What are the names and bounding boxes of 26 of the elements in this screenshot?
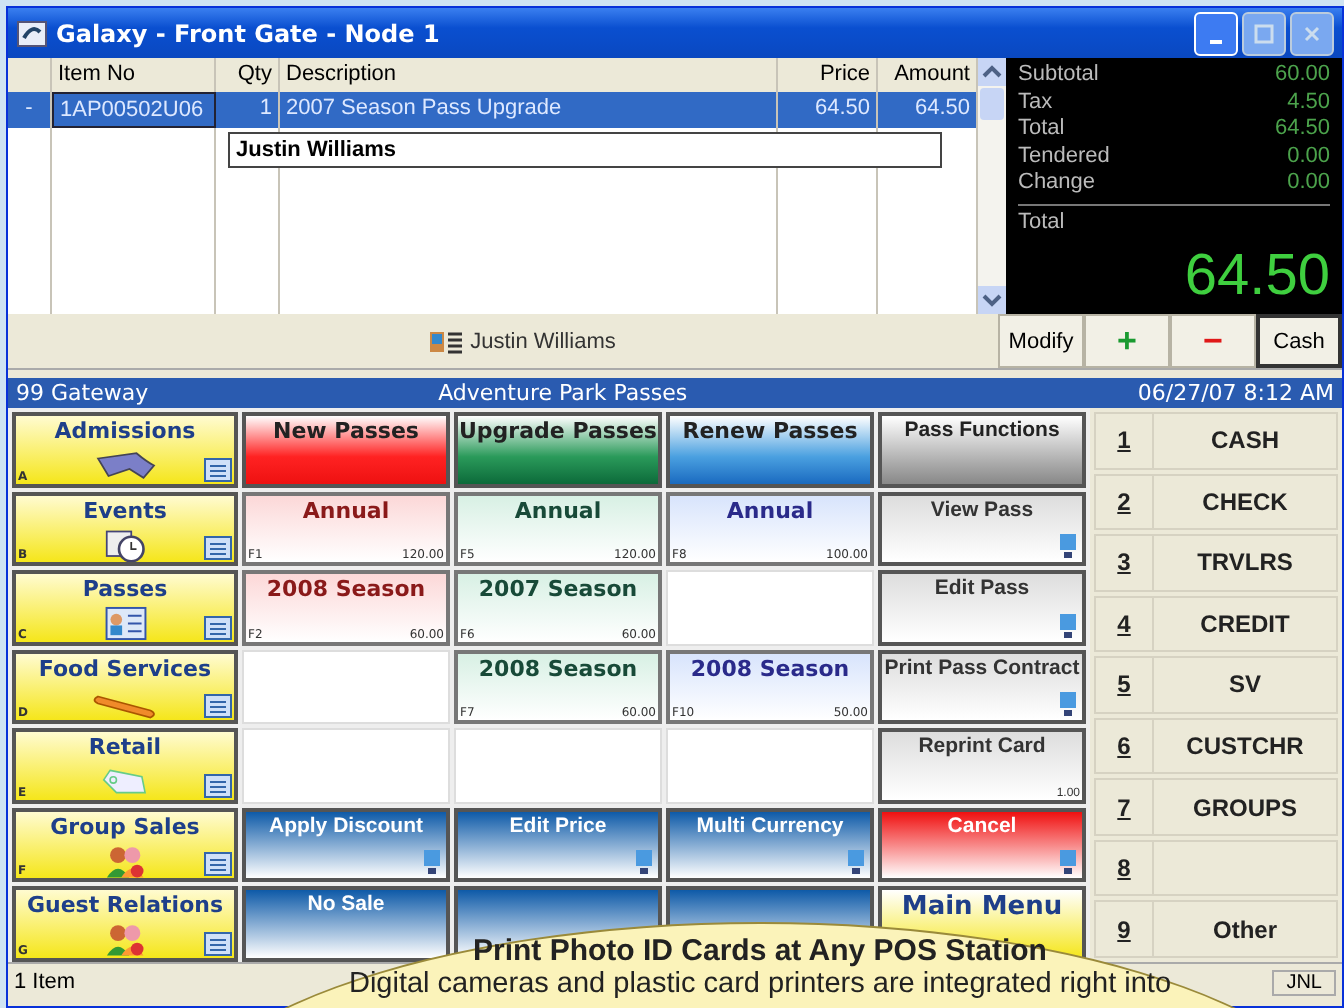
- table-cell: 1AP00502U06: [52, 92, 216, 128]
- grand-total-value: 64.50: [1182, 244, 1330, 310]
- table-cell: 2007 Season Pass Upgrade: [280, 92, 778, 128]
- guest-name-note: Justin Williams: [228, 132, 942, 168]
- total-label: Change: [1018, 170, 1096, 197]
- callout-text: Digital cameras and plastic card printers are integrated right into: [348, 968, 1172, 1000]
- total-label: Subtotal: [1018, 62, 1099, 89]
- screen-title: Adventure Park Passes: [438, 380, 688, 406]
- window-title: Galaxy - Front Gate - Node 1: [56, 19, 440, 47]
- total-value: 0.00: [1287, 143, 1330, 170]
- total-label: Total: [1018, 209, 1065, 233]
- table-cell: -: [8, 92, 52, 128]
- location-label: 99 Gateway: [16, 380, 149, 406]
- total-value: 60.00: [1274, 62, 1330, 89]
- column-header: Item No: [52, 58, 216, 92]
- table-cell: 64.50: [778, 92, 878, 128]
- customer-name: Justin Williams: [470, 329, 616, 353]
- total-label: Tax: [1018, 89, 1053, 116]
- total-value: 64.50: [1274, 116, 1330, 143]
- total-value: 4.50: [1287, 89, 1330, 116]
- item-count: 1 Item: [14, 970, 76, 994]
- total-label: Tendered: [1018, 143, 1110, 170]
- total-value: 0.00: [1287, 170, 1330, 197]
- table-cell: 1: [216, 92, 280, 128]
- date-time: 06/27/07 8:12 AM: [1137, 380, 1334, 406]
- total-label: Total: [1018, 116, 1065, 143]
